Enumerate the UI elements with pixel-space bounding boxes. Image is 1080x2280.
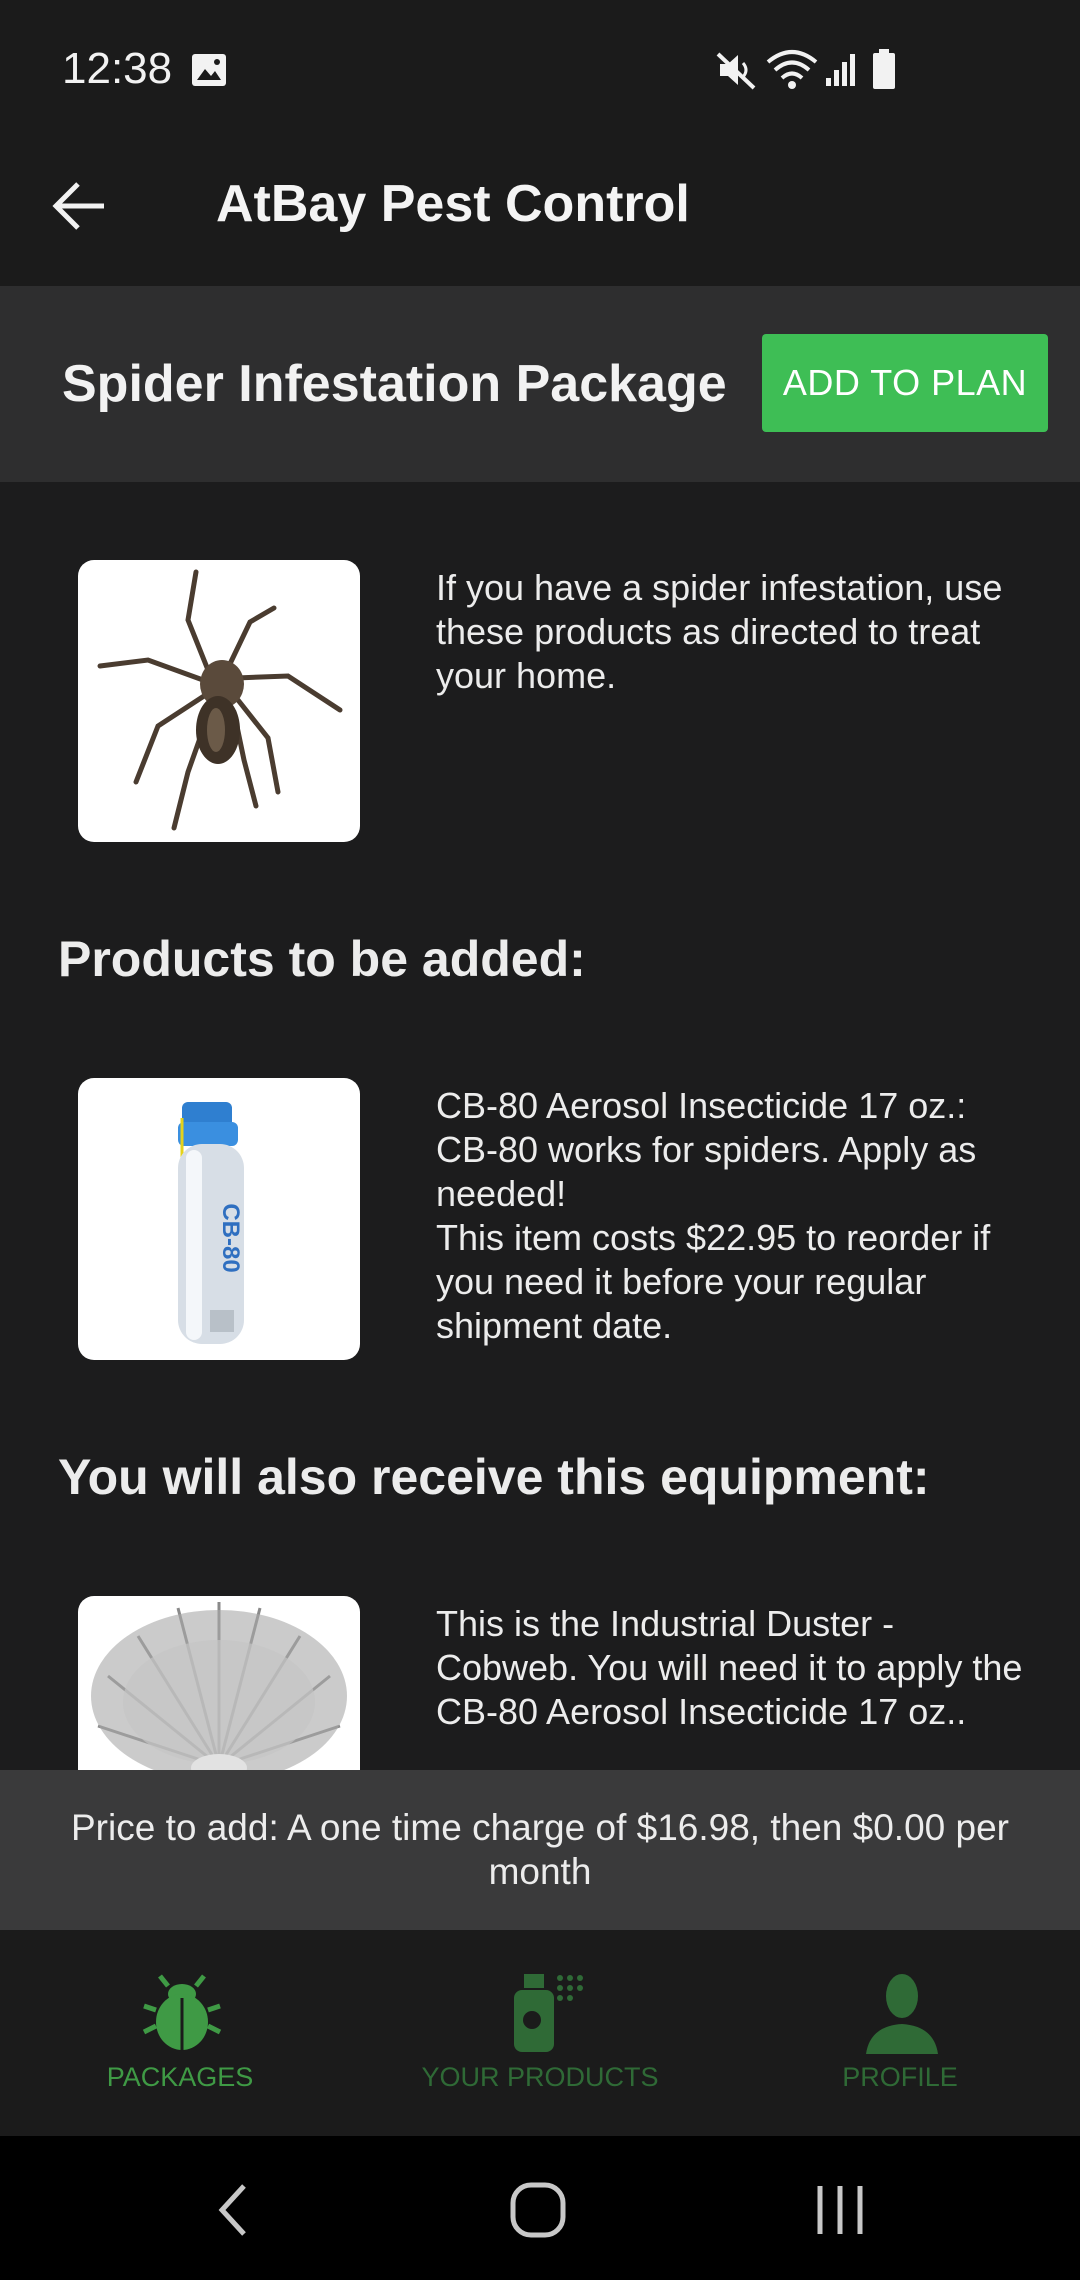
nav-profile-label: PROFILE [842, 2062, 958, 2092]
cb80-product-image: CB-80 [78, 1078, 360, 1360]
nav-packages-label: PACKAGES [106, 2062, 254, 2092]
package-title: Spider Infestation Package [62, 355, 727, 413]
system-recents-icon[interactable] [812, 2182, 868, 2238]
status-bar: 12:38 [0, 0, 1080, 140]
image-notification-icon [192, 54, 226, 86]
cb80-label: CB-80 [217, 1203, 244, 1272]
cb80-description: CB-80 Aerosol Insecticide 17 oz.: CB-80 … [436, 1085, 991, 1346]
nav-your-products-label: YOUR PRODUCTS [421, 2062, 659, 2092]
products-heading: Products to be added: [58, 931, 586, 987]
back-arrow-icon[interactable] [50, 176, 110, 236]
system-navigation-bar [0, 2136, 1080, 2280]
battery-icon [873, 49, 895, 89]
wifi-icon [766, 50, 818, 89]
package-description: If you have a spider infestation, use th… [436, 567, 1003, 696]
nav-profile[interactable]: PROFILE [720, 1930, 1080, 2136]
price-text: Price to add: A one time charge of $16.9… [71, 1807, 1009, 1892]
person-icon [866, 1974, 938, 2054]
nav-packages[interactable]: PACKAGES [0, 1930, 360, 2136]
app-title: AtBay Pest Control [216, 175, 690, 233]
system-back-icon[interactable] [214, 2182, 254, 2238]
app-bar: AtBay Pest Control [0, 140, 1080, 286]
duster-description: This is the Industrial Duster - Cobweb. … [436, 1603, 1023, 1732]
spider-image [78, 560, 360, 842]
package-header: Spider Infestation Package ADD TO PLAN [0, 286, 1080, 482]
spray-icon [514, 1974, 583, 2052]
mute-icon [716, 52, 756, 90]
duster-image [78, 1596, 360, 1770]
system-home-icon[interactable] [508, 2180, 568, 2240]
add-to-plan-button[interactable]: ADD TO PLAN [762, 334, 1048, 432]
status-time: 12:38 [62, 44, 173, 93]
equipment-heading: You will also receive this equipment: [58, 1449, 930, 1505]
bug-icon [142, 1974, 222, 2050]
bottom-navigation: PACKAGES YOUR PRODUCTS PROFILE [0, 1930, 1080, 2136]
nav-your-products[interactable]: YOUR PRODUCTS [360, 1930, 720, 2136]
signal-icon [826, 54, 855, 86]
price-bar: Price to add: A one time charge of $16.9… [0, 1770, 1080, 1930]
